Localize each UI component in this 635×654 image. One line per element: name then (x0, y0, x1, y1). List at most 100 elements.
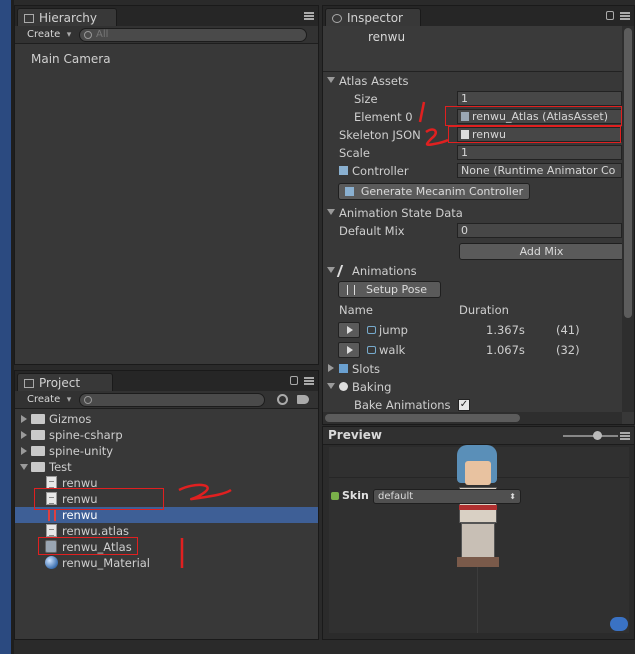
animation-frames: (32) (556, 343, 580, 357)
project-create-button[interactable]: Create (21, 393, 74, 407)
animations-columns: Name Duration (323, 301, 622, 319)
tab-hierarchy[interactable]: Hierarchy (17, 8, 117, 28)
filter-by-label-icon[interactable] (297, 395, 309, 404)
project-toolbar: Create (15, 391, 318, 409)
foldout-arrow-icon[interactable] (327, 209, 335, 215)
default-mix-label: Default Mix (339, 224, 405, 238)
inspector-scrollbar-thumb[interactable] (624, 28, 632, 318)
expand-arrow-icon[interactable] (21, 415, 27, 423)
inspector-scrollbar-h-thumb[interactable] (325, 414, 520, 422)
animation-duration: 1.367s (486, 323, 525, 337)
animation-clip-icon (367, 326, 376, 334)
annotation-box-json (34, 488, 164, 510)
search-icon (84, 396, 92, 404)
setup-pose-label: Setup Pose (366, 283, 427, 296)
panel-menu-icon[interactable] (304, 377, 314, 385)
generate-mecanim-controller-button[interactable]: Generate Mecanim Controller (338, 183, 530, 200)
project-search-input[interactable] (79, 393, 265, 407)
tab-hierarchy-label: Hierarchy (39, 11, 98, 25)
object-name: renwu (368, 30, 406, 44)
baking-header[interactable]: Baking (323, 378, 622, 396)
annotation-scribble-1-right (418, 101, 426, 123)
tree-item-gizmos[interactable]: Gizmos (15, 411, 318, 427)
annotation-box-atlas (38, 537, 138, 555)
foldout-arrow-icon[interactable] (328, 364, 334, 372)
asset-label-icon[interactable] (610, 617, 628, 631)
filter-by-type-icon[interactable] (277, 394, 288, 405)
project-tree: Gizmos spine-csharp spine-unity Test ren… (15, 411, 318, 639)
animations-header[interactable]: Animations (323, 262, 622, 280)
folder-icon (31, 414, 45, 424)
preview-zoom-slider-track[interactable] (563, 435, 618, 437)
folder-icon (31, 462, 45, 472)
animation-name: jump (379, 323, 408, 337)
scale-field[interactable]: 1 (457, 145, 622, 160)
tab-project[interactable]: Project (17, 373, 113, 393)
tree-item-label: renwu_Material (62, 556, 151, 570)
slots-header[interactable]: Slots (323, 360, 622, 378)
foldout-arrow-icon[interactable] (327, 77, 335, 83)
skin-dropdown[interactable]: default ⬍ (373, 489, 521, 504)
hierarchy-toolbar: Create All (15, 26, 318, 44)
lock-icon[interactable] (606, 11, 614, 20)
tree-item-spine-csharp[interactable]: spine-csharp (15, 427, 318, 443)
lock-icon[interactable] (290, 376, 298, 385)
play-walk-button[interactable] (338, 342, 360, 358)
hierarchy-search-input[interactable]: All (79, 28, 307, 42)
default-mix-row: Default Mix 0 (323, 222, 622, 240)
foldout-arrow-icon[interactable] (327, 267, 335, 273)
character-belt (459, 505, 497, 510)
column-duration: Duration (459, 303, 509, 317)
expand-arrow-icon[interactable] (21, 431, 27, 439)
hierarchy-item-main-camera[interactable]: Main Camera (31, 52, 111, 66)
tree-item-label: Test (49, 460, 72, 474)
inspector-panel: Inspector renwu Atlas Assets Size 1 Elem… (322, 5, 635, 425)
size-label: Size (354, 92, 378, 106)
atlas-assets-header[interactable]: Atlas Assets (323, 72, 622, 90)
animation-name: walk (379, 343, 406, 357)
baking-label: Baking (352, 380, 392, 394)
add-mix-button[interactable]: Add Mix (459, 243, 624, 260)
play-jump-button[interactable] (338, 322, 360, 338)
animation-row-jump: jump 1.367s (41) (323, 321, 622, 339)
panel-menu-icon[interactable] (620, 432, 630, 440)
tree-item-spine-unity[interactable]: spine-unity (15, 443, 318, 459)
folder-icon (31, 430, 45, 440)
panel-menu-icon[interactable] (620, 12, 630, 20)
animations-label: Animations (352, 264, 417, 278)
controller-row: Controller None (Runtime Animator Co (323, 162, 622, 180)
preview-zoom-slider-handle[interactable] (593, 431, 602, 440)
running-figure-icon (336, 265, 350, 277)
controller-object-field[interactable]: None (Runtime Animator Co (457, 163, 622, 178)
scale-label: Scale (339, 146, 370, 160)
pose-figure-icon (347, 285, 355, 295)
skin-label: Skin (342, 489, 369, 502)
collapse-arrow-icon[interactable] (20, 464, 28, 470)
setup-pose-button[interactable]: Setup Pose (338, 281, 441, 298)
animation-duration: 1.067s (486, 343, 525, 357)
search-icon (84, 31, 92, 39)
inspector-scrollbar-horizontal[interactable] (323, 412, 622, 424)
annotation-scribble-2-left (178, 483, 232, 501)
tree-item-renwu-material[interactable]: renwu_Material (15, 555, 318, 571)
annotation-scribble-1-left (180, 538, 184, 568)
tree-item-label: spine-unity (49, 444, 114, 458)
preview-viewport[interactable] (329, 445, 629, 633)
tab-inspector[interactable]: Inspector (325, 8, 421, 28)
expand-arrow-icon[interactable] (21, 447, 27, 455)
hierarchy-create-button[interactable]: Create (21, 28, 74, 42)
character-feet (457, 557, 499, 567)
annotation-box-skeleton-json (448, 126, 621, 143)
inspector-scrollbar-vertical[interactable] (622, 26, 634, 412)
default-mix-field[interactable]: 0 (457, 223, 622, 238)
foldout-arrow-icon[interactable] (327, 383, 335, 389)
panel-menu-icon[interactable] (304, 12, 314, 20)
tree-item-label: spine-csharp (49, 428, 123, 442)
tree-item-label: Gizmos (49, 412, 92, 426)
material-sphere-icon (45, 556, 58, 569)
tab-inspector-label: Inspector (347, 11, 403, 25)
tree-item-test[interactable]: Test (15, 459, 318, 475)
size-field[interactable]: 1 (457, 91, 622, 106)
bake-animations-checkbox[interactable]: ✓ (458, 399, 470, 411)
animation-state-header[interactable]: Animation State Data (323, 204, 622, 222)
